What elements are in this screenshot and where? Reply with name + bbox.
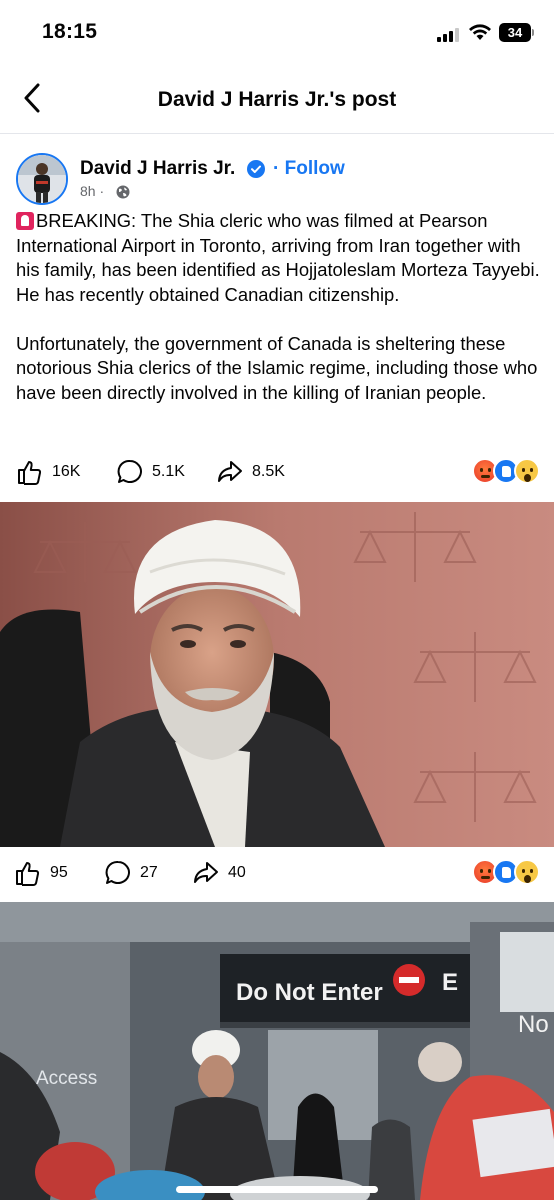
share-button[interactable]: 40 (192, 855, 246, 891)
author-name[interactable]: David J Harris Jr. (80, 158, 235, 180)
thumbs-up-icon (16, 862, 40, 886)
post-paragraph-2: Unfortunately, the government of Canada … (16, 332, 538, 403)
comment-count: 27 (140, 864, 158, 881)
page-title: David J Harris Jr.'s post (157, 88, 397, 111)
post-header: David J Harris Jr. · Follow 8h · (0, 150, 554, 206)
reaction-summary[interactable] (472, 458, 540, 484)
do-not-enter-sign: Do Not Enter (236, 979, 383, 1006)
battery-icon: 34 (499, 23, 535, 42)
verified-badge-icon (247, 160, 265, 178)
siren-icon (16, 212, 34, 230)
globe-icon (116, 185, 130, 199)
wifi-icon (469, 24, 491, 40)
post-paragraph: Unfortunately, the government of Canada … (16, 332, 544, 406)
sign-letter-e: E (442, 969, 458, 996)
cleric-portrait-image (0, 502, 554, 847)
like-count: 95 (50, 864, 68, 881)
status-bar: 18:15 34 (0, 0, 554, 64)
sign-access: Access (36, 1068, 97, 1089)
wow-reaction-icon (514, 458, 540, 484)
share-icon (218, 461, 242, 482)
top-nav-bar: David J Harris Jr.'s post (0, 64, 554, 134)
share-icon (194, 862, 218, 883)
battery-level: 34 (499, 23, 531, 42)
comment-button[interactable]: 27 (104, 855, 158, 891)
post-text: BREAKING: The Shia cleric who was filmed… (16, 209, 544, 430)
photo-1-action-bar: 95 27 40 (0, 855, 554, 895)
post-paragraph-1: BREAKING: The Shia cleric who was filmed… (16, 210, 540, 305)
avatar[interactable] (16, 153, 68, 205)
like-button[interactable]: 95 (14, 855, 68, 891)
share-count: 40 (228, 864, 246, 881)
comment-icon (117, 459, 142, 483)
comment-icon (105, 860, 130, 884)
follow-button[interactable]: · Follow (273, 158, 345, 180)
like-button[interactable]: 16K (16, 454, 80, 490)
sign-no: No (518, 1011, 549, 1038)
wow-reaction-icon (514, 859, 540, 885)
follow-separator: · (273, 158, 280, 179)
like-count: 16K (52, 463, 81, 480)
cellular-signal-icon (437, 26, 461, 42)
post-photo-1[interactable] (0, 502, 554, 847)
post-paragraph: BREAKING: The Shia cleric who was filmed… (16, 209, 544, 307)
post-action-bar: 16K 5.1K 8.5K (0, 454, 554, 494)
status-time: 18:15 (42, 20, 98, 43)
airport-scene-image: Do Not Enter E No Access (0, 902, 554, 1200)
post-photo-2[interactable]: Do Not Enter E No Access (0, 902, 554, 1200)
post-time: 8h · (80, 183, 105, 199)
comment-count: 5.1K (152, 463, 185, 480)
reaction-summary[interactable] (472, 859, 540, 885)
share-button[interactable]: 8.5K (216, 454, 285, 490)
comment-button[interactable]: 5.1K (116, 454, 185, 490)
thumbs-up-icon (18, 461, 42, 485)
share-count: 8.5K (252, 463, 285, 480)
follow-label: Follow (284, 158, 345, 179)
home-indicator (176, 1186, 378, 1193)
